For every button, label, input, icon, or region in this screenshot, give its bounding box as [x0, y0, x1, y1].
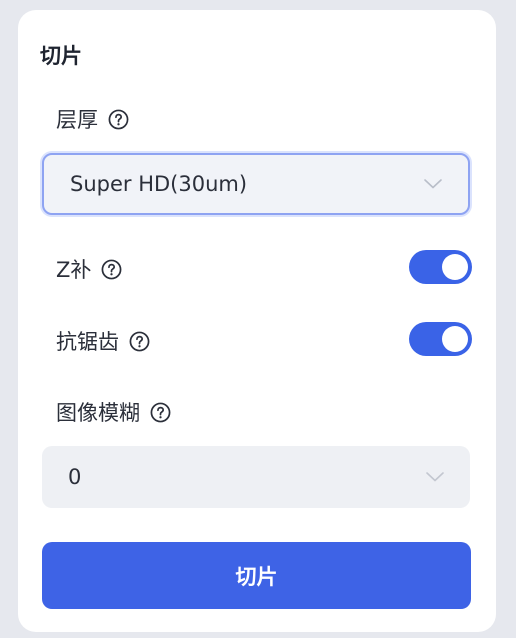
- question-circle-icon[interactable]: [129, 331, 150, 352]
- toggle-knob: [442, 254, 468, 280]
- z-compensation-label-row: Z补: [56, 254, 122, 284]
- chevron-down-icon: [426, 472, 444, 482]
- question-circle-icon[interactable]: [150, 402, 171, 423]
- layer-thickness-value: Super HD(30um): [70, 172, 248, 196]
- image-blur-label-row: 图像模糊: [56, 397, 171, 427]
- z-compensation-toggle[interactable]: [409, 250, 472, 284]
- question-circle-icon[interactable]: [108, 109, 129, 130]
- slice-settings-panel: 切片 层厚 Super HD(30um) Z补 抗锯齿 图像模糊 0 切片: [18, 10, 496, 632]
- anti-aliasing-toggle[interactable]: [409, 322, 472, 356]
- anti-aliasing-label-row: 抗锯齿: [56, 326, 150, 356]
- layer-thickness-label: 层厚: [56, 108, 98, 132]
- slice-button[interactable]: 切片: [42, 542, 471, 609]
- image-blur-label: 图像模糊: [56, 401, 140, 425]
- layer-thickness-select[interactable]: Super HD(30um): [42, 153, 470, 215]
- question-circle-icon[interactable]: [101, 259, 122, 280]
- section-title: 切片: [40, 44, 82, 68]
- toggle-knob: [442, 326, 468, 352]
- image-blur-value: 0: [68, 465, 82, 489]
- anti-aliasing-label: 抗锯齿: [56, 330, 119, 354]
- layer-thickness-label-row: 层厚: [56, 104, 129, 134]
- z-compensation-label: Z补: [56, 258, 92, 282]
- chevron-down-icon: [424, 179, 442, 189]
- image-blur-select[interactable]: 0: [42, 446, 470, 508]
